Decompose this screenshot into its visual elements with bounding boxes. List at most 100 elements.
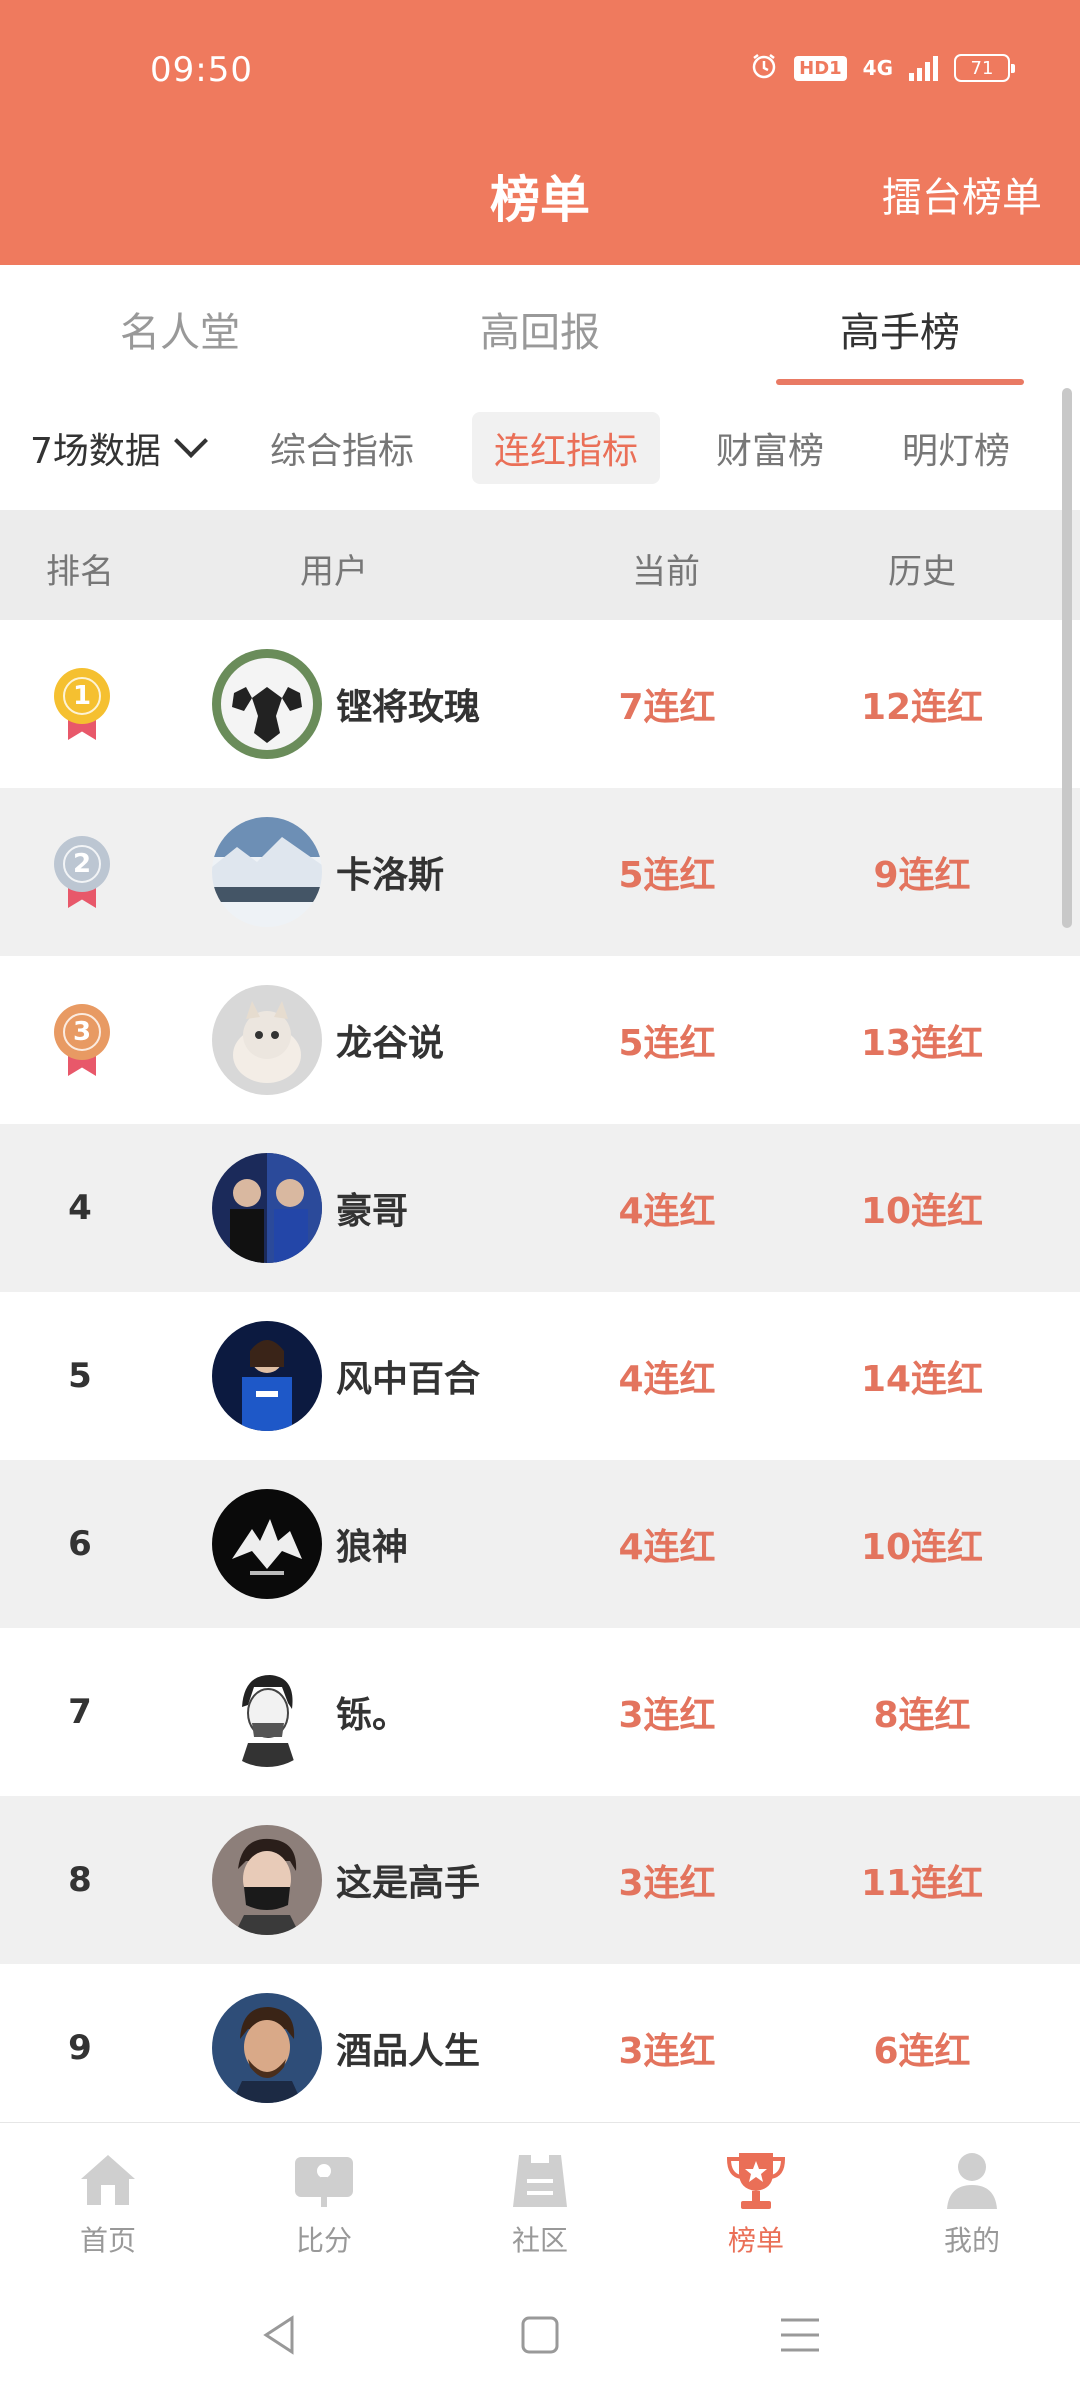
nav-community[interactable]: 社区 [432,2123,648,2272]
signal-icon [909,55,938,81]
user-name: 铄。 [336,1695,409,1736]
avatar[interactable] [212,1993,322,2103]
current-streak: 7连红 [618,687,716,728]
user-name: 这是高手 [336,1863,481,1904]
table-row[interactable]: 2 卡洛斯 5连红 9连红 [0,788,1080,956]
avatar[interactable] [212,817,322,927]
range-dropdown[interactable]: 7场数据 [30,422,208,474]
nav-home-label: 首页 [79,2224,136,2257]
main-tabs: 名人堂 高回报 高手榜 [0,265,1080,385]
menu-icon[interactable] [775,2310,825,2360]
current-streak: 4连红 [618,1527,716,1568]
rank-number: 6 [68,1524,92,1564]
avatar[interactable] [212,1489,322,1599]
history-streak: 9连红 [873,855,971,896]
nav-home[interactable]: 首页 [0,2123,216,2272]
table-row[interactable]: 1 铿将玫瑰 7连红 12连红 [0,620,1080,788]
history-streak: 11连红 [860,1863,984,1904]
current-streak: 4连红 [618,1191,716,1232]
history-streak: 10连红 [860,1527,984,1568]
avatar[interactable] [212,1153,322,1263]
header-current: 当前 [632,552,700,592]
ranking-list: 1 铿将玫瑰 7连红 12连红 2 卡洛斯 5连红 9连红 3 龙谷说 5连红 … [0,620,1080,2132]
scrollbar[interactable] [1062,388,1072,928]
bottom-nav: 首页 比分 社区 榜单 我的 [0,2122,1080,2272]
history-streak: 8连红 [873,1695,971,1736]
current-streak: 5连红 [618,1023,716,1064]
history-streak: 6连红 [873,2031,971,2072]
nav-ranking-label: 榜单 [727,2224,784,2257]
history-streak: 10连红 [860,1191,984,1232]
table-row[interactable]: 5 风中百合 4连红 14连红 [0,1292,1080,1460]
rank-number: 9 [68,2028,92,2068]
filter-wealth[interactable]: 财富榜 [716,422,824,474]
filter-bar: 7场数据 综合指标 连红指标 财富榜 明灯榜 [0,385,1080,510]
current-streak: 5连红 [618,855,716,896]
avatar[interactable] [212,1657,322,1767]
rank-number: 7 [68,1692,92,1732]
user-name: 卡洛斯 [336,855,445,896]
table-row[interactable]: 3 龙谷说 5连红 13连红 [0,956,1080,1124]
filter-streak[interactable]: 连红指标 [472,411,661,484]
user-name: 龙谷说 [336,1023,445,1064]
user-name: 豪哥 [336,1191,409,1232]
bronze-medal-icon: 3 [54,1004,110,1080]
chevron-down-icon [173,423,208,458]
nav-ranking[interactable]: 榜单 [648,2123,864,2272]
nav-profile-label: 我的 [943,2224,1000,2257]
nav-score-label: 比分 [295,2224,352,2257]
user-name: 狼神 [336,1527,409,1568]
filter-overall[interactable]: 综合指标 [270,422,414,474]
table-row[interactable]: 7 铄。 3连红 8连红 [0,1628,1080,1796]
history-streak: 14连红 [860,1359,984,1400]
trophy-icon [726,2153,786,2209]
score-icon [295,2157,353,2207]
current-streak: 3连红 [618,1863,716,1904]
home-icon [81,2155,135,2205]
silver-medal-icon: 2 [54,836,110,912]
tab-high-return[interactable]: 高回报 [360,265,720,385]
avatar[interactable] [212,985,322,1095]
back-icon[interactable] [256,2310,306,2360]
table-header: 排名 用户 当前 历史 [0,510,1080,620]
status-time: 09:50 [150,50,253,90]
avatar[interactable] [212,1825,322,1935]
alarm-icon [750,52,778,84]
status-icons: HD1 4G 71 [750,52,1015,84]
table-row[interactable]: 4 豪哥 4连红 10连红 [0,1124,1080,1292]
current-streak: 4连红 [618,1359,716,1400]
current-streak: 3连红 [618,2031,716,2072]
history-streak: 12连红 [860,687,984,728]
network-label: 4G [862,56,893,80]
community-icon [513,2155,567,2207]
user-name: 风中百合 [336,1359,481,1400]
rank-number: 4 [68,1188,92,1228]
table-row[interactable]: 9 酒品人生 3连红 6连红 [0,1964,1080,2132]
user-name: 酒品人生 [336,2031,481,2072]
hd-badge: HD1 [794,55,847,81]
tab-hall-of-fame[interactable]: 名人堂 [0,265,360,385]
nav-score[interactable]: 比分 [216,2123,432,2272]
header-rank: 排名 [46,552,114,592]
range-dropdown-label: 7场数据 [30,430,161,472]
gold-medal-icon: 1 [54,668,110,744]
battery-indicator: 71 [954,54,1015,82]
history-streak: 13连红 [860,1023,984,1064]
avatar[interactable] [212,649,322,759]
user-name: 铿将玫瑰 [336,687,481,728]
app-header: 09:50 HD1 4G 71 榜单 擂台榜单 [0,0,1080,265]
arena-ranking-link[interactable]: 擂台榜单 [882,165,1042,223]
system-nav-bar [0,2272,1080,2400]
header-history: 历史 [888,552,956,592]
table-row[interactable]: 6 狼神 4连红 10连红 [0,1460,1080,1628]
avatar[interactable] [212,1321,322,1431]
tab-expert-ranking[interactable]: 高手榜 [720,265,1080,385]
rank-number: 8 [68,1860,92,1900]
filter-beacon[interactable]: 明灯榜 [902,422,1010,474]
nav-profile[interactable]: 我的 [864,2123,1080,2272]
table-row[interactable]: 8 这是高手 3连红 11连红 [0,1796,1080,1964]
current-streak: 3连红 [618,1695,716,1736]
nav-community-label: 社区 [511,2224,568,2257]
profile-icon [947,2153,997,2209]
home-button-icon[interactable] [515,2310,565,2360]
